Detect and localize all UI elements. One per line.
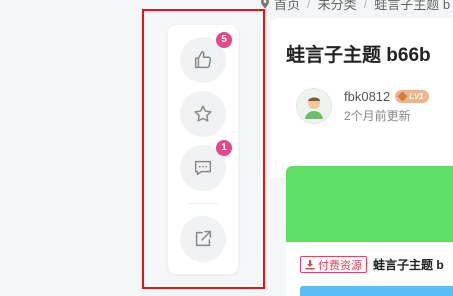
download-icon	[305, 259, 315, 269]
breadcrumb-separator: /	[307, 0, 311, 11]
breadcrumb: 首页 / 未分类 / 蛙言子主题 b	[260, 0, 451, 13]
resource-row: 付费资源 蛙言子主题 b	[300, 256, 444, 273]
avatar[interactable]	[296, 88, 332, 124]
paid-resource-tag: 付费资源	[300, 256, 367, 273]
author-row: fbk0812 LV1	[344, 89, 429, 104]
resource-banner	[286, 166, 453, 242]
page: 首页 / 未分类 / 蛙言子主题 b 5 1 蛙言子主题 b66b fbk081…	[0, 0, 453, 296]
post-title: 蛙言子主题 b66b	[286, 45, 431, 66]
post-header: 蛙言子主题 b66b fbk0812 LV1 2个月前更新	[270, 18, 453, 178]
breadcrumb-current: 蛙言子主题 b	[374, 0, 451, 12]
resource-title[interactable]: 蛙言子主题 b	[373, 256, 444, 273]
resource-info-bar	[300, 286, 453, 296]
highlight-frame	[142, 9, 265, 289]
breadcrumb-separator: /	[363, 0, 368, 11]
author-info: fbk0812 LV1 2个月前更新	[344, 89, 429, 124]
update-time: 2个月前更新	[344, 108, 411, 123]
level-label: LV1	[409, 91, 424, 101]
author-name[interactable]: fbk0812	[344, 89, 390, 104]
resource-card: 付费资源 蛙言子主题 b	[286, 166, 453, 296]
location-pin-icon	[261, 0, 269, 9]
avatar-image	[305, 97, 323, 119]
paid-tag-label: 付费资源	[318, 259, 362, 272]
author-block: fbk0812 LV1 2个月前更新	[296, 88, 429, 124]
breadcrumb-category[interactable]: 未分类	[318, 0, 357, 13]
level-badge: LV1	[395, 89, 429, 103]
level-gem-icon	[397, 91, 408, 101]
breadcrumb-home[interactable]: 首页	[274, 0, 300, 13]
